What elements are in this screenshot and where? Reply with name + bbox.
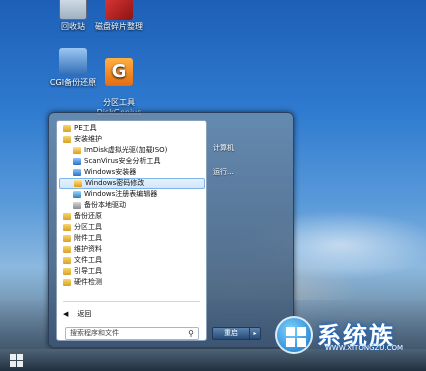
folder-icon (63, 246, 71, 253)
folder-icon (63, 213, 71, 220)
folder-icon (63, 125, 71, 132)
watermark: 系统族 WWW.XITONGZU.COM (275, 312, 425, 358)
folder-icon (63, 279, 71, 286)
tree-item-file-tools[interactable]: 文件工具 (59, 255, 205, 266)
tree-item-partition-tools[interactable]: 分区工具 (59, 222, 205, 233)
folder-icon (63, 257, 71, 264)
start-button[interactable] (4, 350, 32, 370)
folder-icon (63, 235, 71, 242)
regedit-icon (73, 191, 81, 198)
tree-item-accessories[interactable]: 附件工具 (59, 233, 205, 244)
tree-item-regedit[interactable]: Windows注册表编辑器 (59, 189, 205, 200)
tree-item-backup-restore[interactable]: 备份还原 (59, 211, 205, 222)
back-button[interactable]: ◀ 返回 (63, 309, 91, 319)
recycle-bin-icon (59, 0, 87, 20)
tree-item-hardware-check[interactable]: 硬件检测 (59, 277, 205, 288)
tree-item-pe-tools[interactable]: PE工具 (59, 123, 205, 134)
tree-item-imdisk[interactable]: ImDisk虚拟光驱(加载ISO) (59, 145, 205, 156)
tree-item-scanvirus[interactable]: ScanVirus安全分析工具 (59, 156, 205, 167)
key-icon (74, 180, 82, 187)
right-item-computer[interactable]: 计算机 (213, 143, 234, 153)
scanvirus-icon (73, 158, 81, 165)
shutdown-group: 重启 ▸ (212, 327, 261, 340)
tree-item-windows-password[interactable]: Windows密码修改 (59, 178, 205, 189)
tree-item-maintenance-docs[interactable]: 维护资料 (59, 244, 205, 255)
diskgenius-icon: G (105, 58, 133, 86)
defrag-icon (105, 0, 133, 20)
back-arrow-icon: ◀ (63, 310, 69, 318)
divider (63, 301, 200, 302)
windows-logo-icon (10, 354, 16, 360)
desktop-icon-label: 磁盘碎片整理 (95, 22, 143, 31)
search-input[interactable]: 搜索程序和文件 ⚲ (65, 327, 199, 340)
folder-icon (63, 224, 71, 231)
driver-backup-icon (73, 202, 81, 209)
shutdown-options-button[interactable]: ▸ (250, 327, 261, 340)
imdisk-icon (73, 147, 81, 154)
windows-installer-icon (73, 169, 81, 176)
tree-item-backup-drivers[interactable]: 备份本地驱动 (59, 200, 205, 211)
watermark-logo-icon (275, 316, 313, 354)
folder-open-icon (63, 136, 71, 143)
cgi-backup-icon (59, 48, 87, 76)
tree-item-install-maintenance[interactable]: 安装维护 (59, 134, 205, 145)
tree-item-windows-installer[interactable]: Windows安装器 (59, 167, 205, 178)
desktop-icon-defrag[interactable]: 磁盘碎片整理 (84, 0, 154, 32)
start-menu: PE工具 安装维护 ImDisk虚拟光驱(加载ISO) ScanVirus安全分… (48, 112, 294, 348)
programs-tree: PE工具 安装维护 ImDisk虚拟光驱(加载ISO) ScanVirus安全分… (59, 123, 205, 288)
restart-button[interactable]: 重启 (212, 327, 250, 340)
programs-pane: PE工具 安装维护 ImDisk虚拟光驱(加载ISO) ScanVirus安全分… (56, 120, 207, 341)
right-item-run[interactable]: 运行... (213, 167, 234, 177)
search-icon: ⚲ (188, 329, 194, 338)
folder-icon (63, 268, 71, 275)
tree-item-boot-tools[interactable]: 引导工具 (59, 266, 205, 277)
watermark-url: WWW.XITONGZU.COM (325, 344, 404, 352)
